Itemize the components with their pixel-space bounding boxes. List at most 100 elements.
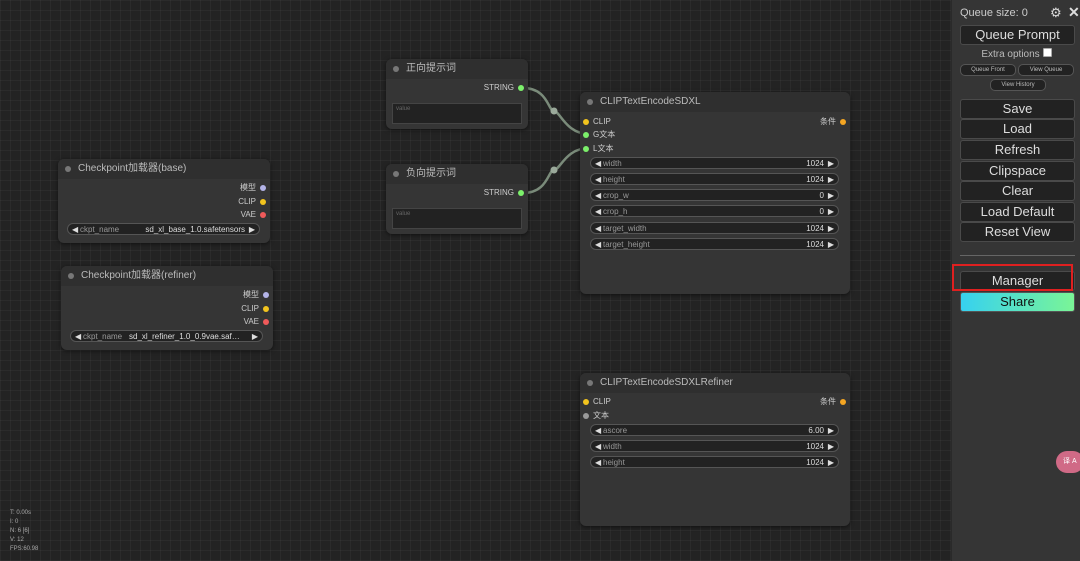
- gear-icon[interactable]: ⚙: [1050, 5, 1062, 21]
- manager-button[interactable]: Manager: [960, 271, 1075, 291]
- target-width-widget[interactable]: ◀ target_width 1024 ▶: [590, 222, 839, 234]
- arrow-right-icon[interactable]: ▶: [828, 174, 834, 186]
- arrow-right-icon[interactable]: ▶: [252, 331, 258, 343]
- extra-options-row[interactable]: Extra options: [960, 48, 1073, 60]
- collapse-dot-icon[interactable]: [587, 380, 593, 386]
- arrow-left-icon[interactable]: ◀: [595, 206, 601, 218]
- ckpt-name-combo[interactable]: ◀ ckpt_name sd_xl_refiner_1.0_0.9vae.saf…: [70, 330, 263, 342]
- output-slot-model[interactable]: 模型: [240, 182, 266, 194]
- share-button[interactable]: Share: [960, 292, 1075, 312]
- crop-w-widget[interactable]: ◀ crop_w 0 ▶: [590, 189, 839, 201]
- arrow-left-icon[interactable]: ◀: [595, 223, 601, 235]
- prompt-textarea[interactable]: value: [392, 103, 522, 124]
- checkpoint-base-node[interactable]: Checkpoint加载器(base) 模型 CLIP VAE ◀ ckpt_n…: [58, 159, 270, 243]
- queue-front-button[interactable]: Queue Front: [960, 64, 1016, 76]
- load-default-button[interactable]: Load Default: [960, 202, 1075, 222]
- ckpt-name-combo[interactable]: ◀ ckpt_name sd_xl_base_1.0.safetensors ▶: [67, 223, 260, 235]
- output-slot-conditioning[interactable]: 条件: [820, 116, 846, 128]
- collapse-dot-icon[interactable]: [68, 273, 74, 279]
- save-button[interactable]: Save: [960, 99, 1075, 119]
- input-slot-clip[interactable]: CLIP: [583, 116, 611, 128]
- collapse-dot-icon[interactable]: [65, 166, 71, 172]
- clipspace-button[interactable]: Clipspace: [960, 161, 1075, 181]
- node-title-bar[interactable]: CLIPTextEncodeSDXLRefiner: [580, 373, 850, 393]
- arrow-left-icon[interactable]: ◀: [595, 441, 601, 453]
- input-slot-text[interactable]: 文本: [583, 410, 609, 422]
- reset-view-button[interactable]: Reset View: [960, 222, 1075, 242]
- node-title-bar[interactable]: 负向提示词: [386, 164, 528, 184]
- string-pin-icon[interactable]: [518, 85, 524, 91]
- crop-h-widget[interactable]: ◀ crop_h 0 ▶: [590, 205, 839, 217]
- input-slot-ltext[interactable]: L文本: [583, 143, 613, 155]
- output-slot-vae[interactable]: VAE: [241, 209, 266, 221]
- arrow-right-icon[interactable]: ▶: [828, 223, 834, 235]
- arrow-left-icon[interactable]: ◀: [595, 425, 601, 437]
- vae-pin-icon[interactable]: [260, 212, 266, 218]
- view-history-button[interactable]: View History: [990, 79, 1046, 91]
- width-widget[interactable]: ◀ width 1024 ▶: [590, 440, 839, 452]
- positive-prompt-node[interactable]: 正向提示词 STRING value: [386, 59, 528, 129]
- arrow-right-icon[interactable]: ▶: [828, 239, 834, 251]
- arrow-right-icon[interactable]: ▶: [828, 190, 834, 202]
- height-widget[interactable]: ◀ height 1024 ▶: [590, 173, 839, 185]
- ascore-widget[interactable]: ◀ ascore 6.00 ▶: [590, 424, 839, 436]
- clip-pin-icon[interactable]: [263, 306, 269, 312]
- arrow-right-icon[interactable]: ▶: [828, 441, 834, 453]
- text-pin-icon[interactable]: [583, 413, 589, 419]
- output-slot-vae[interactable]: VAE: [244, 316, 269, 328]
- arrow-left-icon[interactable]: ◀: [72, 224, 78, 236]
- output-slot-clip[interactable]: CLIP: [238, 196, 266, 208]
- arrow-left-icon[interactable]: ◀: [595, 457, 601, 469]
- model-pin-icon[interactable]: [260, 185, 266, 191]
- output-slot-conditioning[interactable]: 条件: [820, 396, 846, 408]
- extra-options-checkbox[interactable]: [1042, 48, 1052, 57]
- clip-pin-icon[interactable]: [583, 399, 589, 405]
- graph-canvas[interactable]: 正向提示词 STRING value 负向提示词 STRING value Ch…: [0, 0, 951, 561]
- clip-text-encode-sdxl-refiner-node[interactable]: CLIPTextEncodeSDXLRefiner CLIP 文本 条件 ◀ a…: [580, 373, 850, 526]
- width-widget[interactable]: ◀ width 1024 ▶: [590, 157, 839, 169]
- arrow-right-icon[interactable]: ▶: [828, 425, 834, 437]
- arrow-right-icon[interactable]: ▶: [828, 457, 834, 469]
- node-title-bar[interactable]: Checkpoint加载器(refiner): [61, 266, 273, 286]
- collapse-dot-icon[interactable]: [393, 66, 399, 72]
- string-pin-icon[interactable]: [583, 146, 589, 152]
- output-slot-model[interactable]: 模型: [243, 289, 269, 301]
- output-slot-clip[interactable]: CLIP: [241, 303, 269, 315]
- translate-icon[interactable]: 译 A: [1056, 451, 1080, 473]
- arrow-right-icon[interactable]: ▶: [249, 224, 255, 236]
- collapse-dot-icon[interactable]: [587, 99, 593, 105]
- conditioning-pin-icon[interactable]: [840, 119, 846, 125]
- checkpoint-refiner-node[interactable]: Checkpoint加载器(refiner) 模型 CLIP VAE ◀ ckp…: [61, 266, 273, 350]
- string-pin-icon[interactable]: [583, 132, 589, 138]
- arrow-right-icon[interactable]: ▶: [828, 158, 834, 170]
- clear-button[interactable]: Clear: [960, 181, 1075, 201]
- clip-pin-icon[interactable]: [583, 119, 589, 125]
- close-icon[interactable]: ✕: [1068, 4, 1080, 21]
- clip-text-encode-sdxl-node[interactable]: CLIPTextEncodeSDXL CLIP G文本 L文本 条件 ◀ wid…: [580, 92, 850, 294]
- target-height-widget[interactable]: ◀ target_height 1024 ▶: [590, 238, 839, 250]
- prompt-textarea[interactable]: value: [392, 208, 522, 229]
- output-slot-string[interactable]: STRING: [484, 82, 524, 94]
- string-pin-icon[interactable]: [518, 190, 524, 196]
- collapse-dot-icon[interactable]: [393, 171, 399, 177]
- height-widget[interactable]: ◀ height 1024 ▶: [590, 456, 839, 468]
- node-title-bar[interactable]: 正向提示词: [386, 59, 528, 79]
- arrow-left-icon[interactable]: ◀: [75, 331, 81, 343]
- conditioning-pin-icon[interactable]: [840, 399, 846, 405]
- refresh-button[interactable]: Refresh: [960, 140, 1075, 160]
- arrow-left-icon[interactable]: ◀: [595, 174, 601, 186]
- input-slot-gtext[interactable]: G文本: [583, 129, 615, 141]
- input-slot-clip[interactable]: CLIP: [583, 396, 611, 408]
- node-title-bar[interactable]: CLIPTextEncodeSDXL: [580, 92, 850, 112]
- load-button[interactable]: Load: [960, 119, 1075, 139]
- clip-pin-icon[interactable]: [260, 199, 266, 205]
- arrow-left-icon[interactable]: ◀: [595, 190, 601, 202]
- arrow-left-icon[interactable]: ◀: [595, 158, 601, 170]
- vae-pin-icon[interactable]: [263, 319, 269, 325]
- node-title-bar[interactable]: Checkpoint加载器(base): [58, 159, 270, 179]
- model-pin-icon[interactable]: [263, 292, 269, 298]
- negative-prompt-node[interactable]: 负向提示词 STRING value: [386, 164, 528, 234]
- output-slot-string[interactable]: STRING: [484, 187, 524, 199]
- arrow-left-icon[interactable]: ◀: [595, 239, 601, 251]
- view-queue-button[interactable]: View Queue: [1018, 64, 1074, 76]
